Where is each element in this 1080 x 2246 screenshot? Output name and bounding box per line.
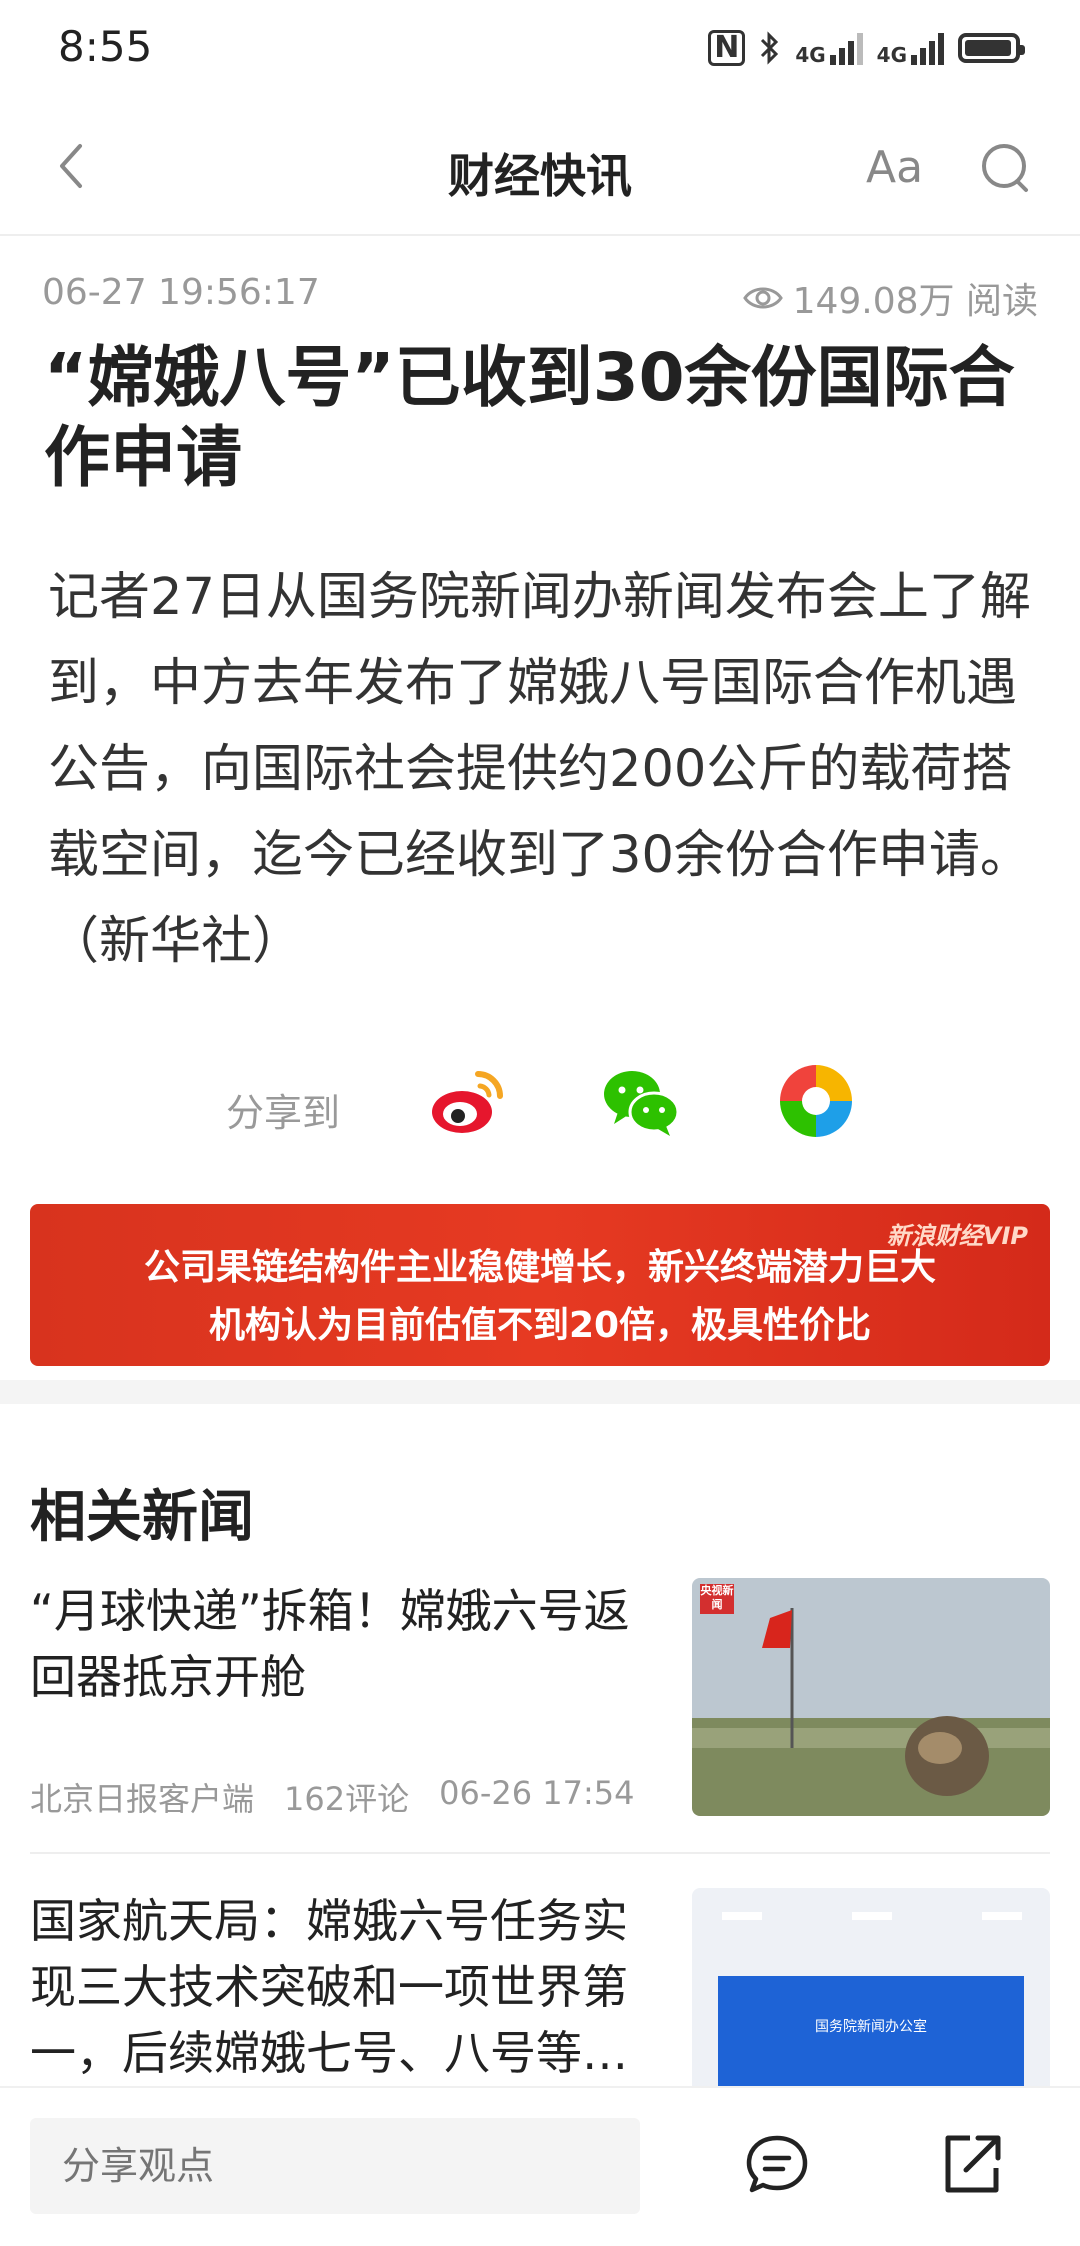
article-body: 记者27日从国务院新闻办新闻发布会上了解到，中方去年发布了嫦娥八号国际合作机遇公… <box>48 568 1031 971</box>
nfc-icon: N <box>708 30 746 66</box>
signal-bars-icon <box>829 31 863 65</box>
ad-line-1: 公司果链结构件主业稳健增长，新兴终端潜力巨大 <box>143 1247 936 1288</box>
thumb-badge: 央视新闻 <box>700 1584 734 1611</box>
network-label-1: 4G <box>795 43 826 67</box>
thumb-caption: 国务院新闻办公室 <box>815 2019 927 2035</box>
news-title: 国家航天局：嫦娥六号任务实现三大技术突破和一项世界第一，后续嫦娥七号、八号等… <box>30 1894 628 2080</box>
ad-banner[interactable]: 新浪财经VIP 公司果链结构件主业稳健增长，新兴终端潜力巨大 机构认为目前估值不… <box>30 1204 1050 1366</box>
status-time: 8:55 <box>58 22 153 71</box>
eye-icon <box>742 287 783 309</box>
share-label: 分享到 <box>226 1091 341 1135</box>
share-button[interactable] <box>940 2128 1006 2198</box>
wechat-icon <box>604 1071 680 1136</box>
status-icons: N 4G 4G <box>708 26 1025 70</box>
signal-1: 4G <box>795 31 863 67</box>
wechat-share-button[interactable] <box>600 1060 682 1142</box>
back-button[interactable] <box>44 136 104 196</box>
ad-line-2: 机构认为目前估值不到20倍，极具性价比 <box>208 1305 872 1346</box>
news-time: 06-26 17:54 <box>439 1774 635 1812</box>
share-icon <box>945 2135 1001 2193</box>
nav-bar: 财经快讯 Aa <box>0 100 1080 236</box>
article-datetime: 06-27 19:56:17 <box>42 272 320 313</box>
article-views: 149.08万 阅读 <box>742 272 1038 324</box>
views-count: 149.08万 阅读 <box>792 281 1038 322</box>
list-divider <box>30 1852 1050 1854</box>
bluetooth-icon <box>761 31 779 65</box>
search-button[interactable] <box>978 140 1034 196</box>
weibo-share-button[interactable] <box>428 1060 510 1142</box>
signal-bars-icon <box>911 31 944 65</box>
news-meta: 北京日报客户端 162评论 06-26 17:54 <box>30 1774 634 1820</box>
news-comments: 162评论 <box>284 1780 410 1818</box>
news-thumbnail: 央视新闻 <box>692 1578 1050 1816</box>
bottom-bar <box>0 2086 1080 2246</box>
comments-button[interactable] <box>744 2132 810 2198</box>
chevron-left-icon <box>60 144 82 188</box>
news-source: 北京日报客户端 <box>30 1780 255 1818</box>
related-news-item[interactable]: “月球快递”拆箱！嫦娥六号返回器抵京开舱 北京日报客户端 162评论 06-26… <box>30 1578 1050 1828</box>
comment-input[interactable] <box>30 2118 640 2214</box>
related-news-heading: 相关新闻 <box>30 1485 254 1550</box>
network-label-2: 4G <box>876 43 907 67</box>
status-bar: 8:55 N 4G 4G <box>0 0 1080 100</box>
moments-share-button[interactable] <box>775 1060 857 1142</box>
font-size-button[interactable]: Aa <box>866 142 923 193</box>
press-conference-photo <box>692 1888 1050 2086</box>
moments-icon <box>780 1065 852 1137</box>
news-thumbnail: 国务院新闻办公室 <box>692 1888 1050 2086</box>
news-title: “月球快递”拆箱！嫦娥六号返回器抵京开舱 <box>30 1584 630 1704</box>
weibo-icon <box>432 1071 503 1133</box>
landing-capsule-photo <box>692 1578 1050 1816</box>
related-news-item[interactable]: 国家航天局：嫦娥六号任务实现三大技术突破和一项世界第一，后续嫦娥七号、八号等… … <box>30 1888 1050 2086</box>
article-title: “嫦娥八号”已收到30余份国际合作申请 <box>44 339 1015 496</box>
battery-icon <box>958 33 1025 63</box>
signal-2: 4G <box>877 31 944 65</box>
search-icon <box>982 144 1028 192</box>
section-divider <box>0 1380 1080 1404</box>
comment-icon <box>746 2135 808 2193</box>
